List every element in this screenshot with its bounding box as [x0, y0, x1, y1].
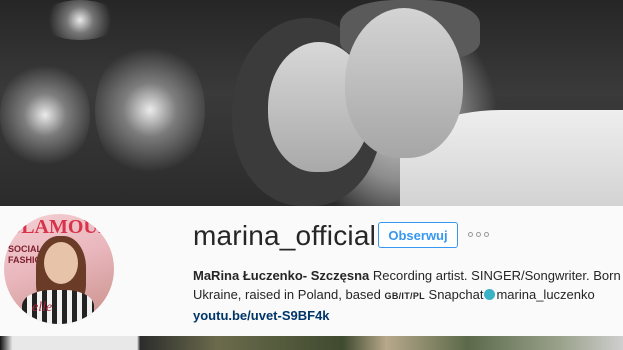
avatar[interactable]: GLAMOUR SOCIAL FASHION elle	[4, 214, 114, 324]
magazine-line: SOCIAL	[8, 244, 43, 254]
bio-line-3: youtu.be/uvet-S9BF4k	[193, 306, 623, 325]
full-name: MaRina Łuczenko- Szczęsna	[193, 268, 370, 283]
bio-text: Ukraine, raised in Poland, based	[193, 287, 385, 302]
cover-photo	[0, 0, 623, 206]
fireworks	[0, 60, 90, 170]
posts-grid-preview[interactable]	[0, 336, 623, 350]
ellipsis-icon[interactable]	[468, 228, 492, 240]
snapchat-handle: marina_luczenko	[496, 287, 595, 302]
follow-button[interactable]: Obserwuj	[378, 222, 458, 248]
fireworks	[40, 0, 120, 40]
man-face	[345, 8, 463, 158]
bio-link[interactable]: youtu.be/uvet-S9BF4k	[193, 308, 330, 323]
snapchat-ghost-icon	[484, 289, 496, 300]
bio-line-2: Ukraine, raised in Poland, based GB/IT/P…	[193, 285, 623, 306]
magazine-logo: elle	[32, 300, 53, 315]
profile-username: marina_official	[193, 220, 377, 251]
magazine-masthead: GLAMOUR	[5, 216, 113, 238]
profile-header: GLAMOUR SOCIAL FASHION elle marina_offic…	[0, 206, 623, 336]
bio-text: Recording artist. SINGER/Songwriter. Bor…	[369, 268, 621, 283]
based-in: GB/IT/PL	[384, 291, 425, 301]
avatar-face	[44, 242, 78, 284]
fireworks	[95, 40, 205, 180]
bio-text: Snapchat	[424, 287, 484, 302]
profile-bio: MaRina Łuczenko- Szczęsna Recording arti…	[193, 266, 623, 325]
bio-line-1: MaRina Łuczenko- Szczęsna Recording arti…	[193, 266, 623, 285]
